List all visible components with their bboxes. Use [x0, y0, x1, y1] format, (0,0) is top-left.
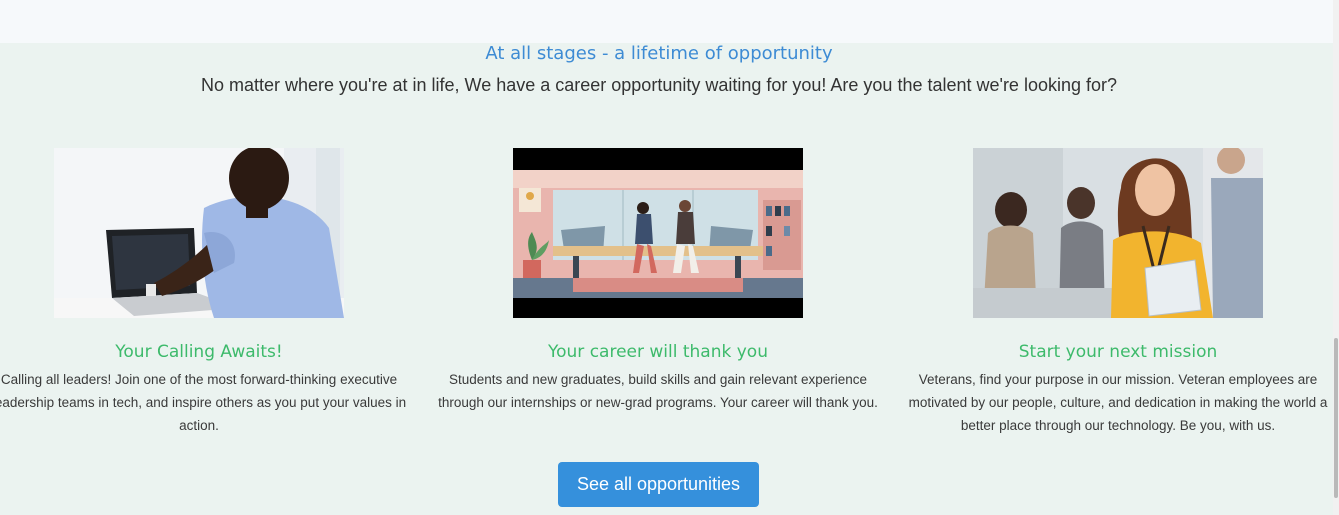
- header-band: [0, 0, 1333, 43]
- card-body: Veterans, find your purpose in our missi…: [908, 372, 1328, 433]
- person-typing-laptop-image: [54, 148, 344, 318]
- section-eyebrow: At all stages - a lifetime of opportunit…: [485, 43, 833, 64]
- card-title: Your career will thank you: [548, 342, 768, 362]
- opportunity-card-veterans: Start your next mission Veterans, find y…: [898, 148, 1338, 437]
- see-all-opportunities-button[interactable]: See all opportunities: [558, 462, 759, 507]
- card-title: Your Calling Awaits!: [115, 342, 283, 362]
- section-subtitle: No matter where you're at in life, We ha…: [200, 75, 1118, 95]
- opportunity-card-students: Your career will thank you Students and …: [438, 148, 878, 414]
- card-title: Start your next mission: [1018, 342, 1218, 362]
- card-body: Calling all leaders! Join one of the mos…: [0, 372, 407, 433]
- smiling-woman-with-tablet-image: [973, 148, 1263, 318]
- office-high-five-illustration: [513, 148, 803, 318]
- card-body: Students and new graduates, build skills…: [438, 372, 878, 410]
- opportunity-card-leaders: Your Calling Awaits! Calling all leaders…: [0, 148, 419, 437]
